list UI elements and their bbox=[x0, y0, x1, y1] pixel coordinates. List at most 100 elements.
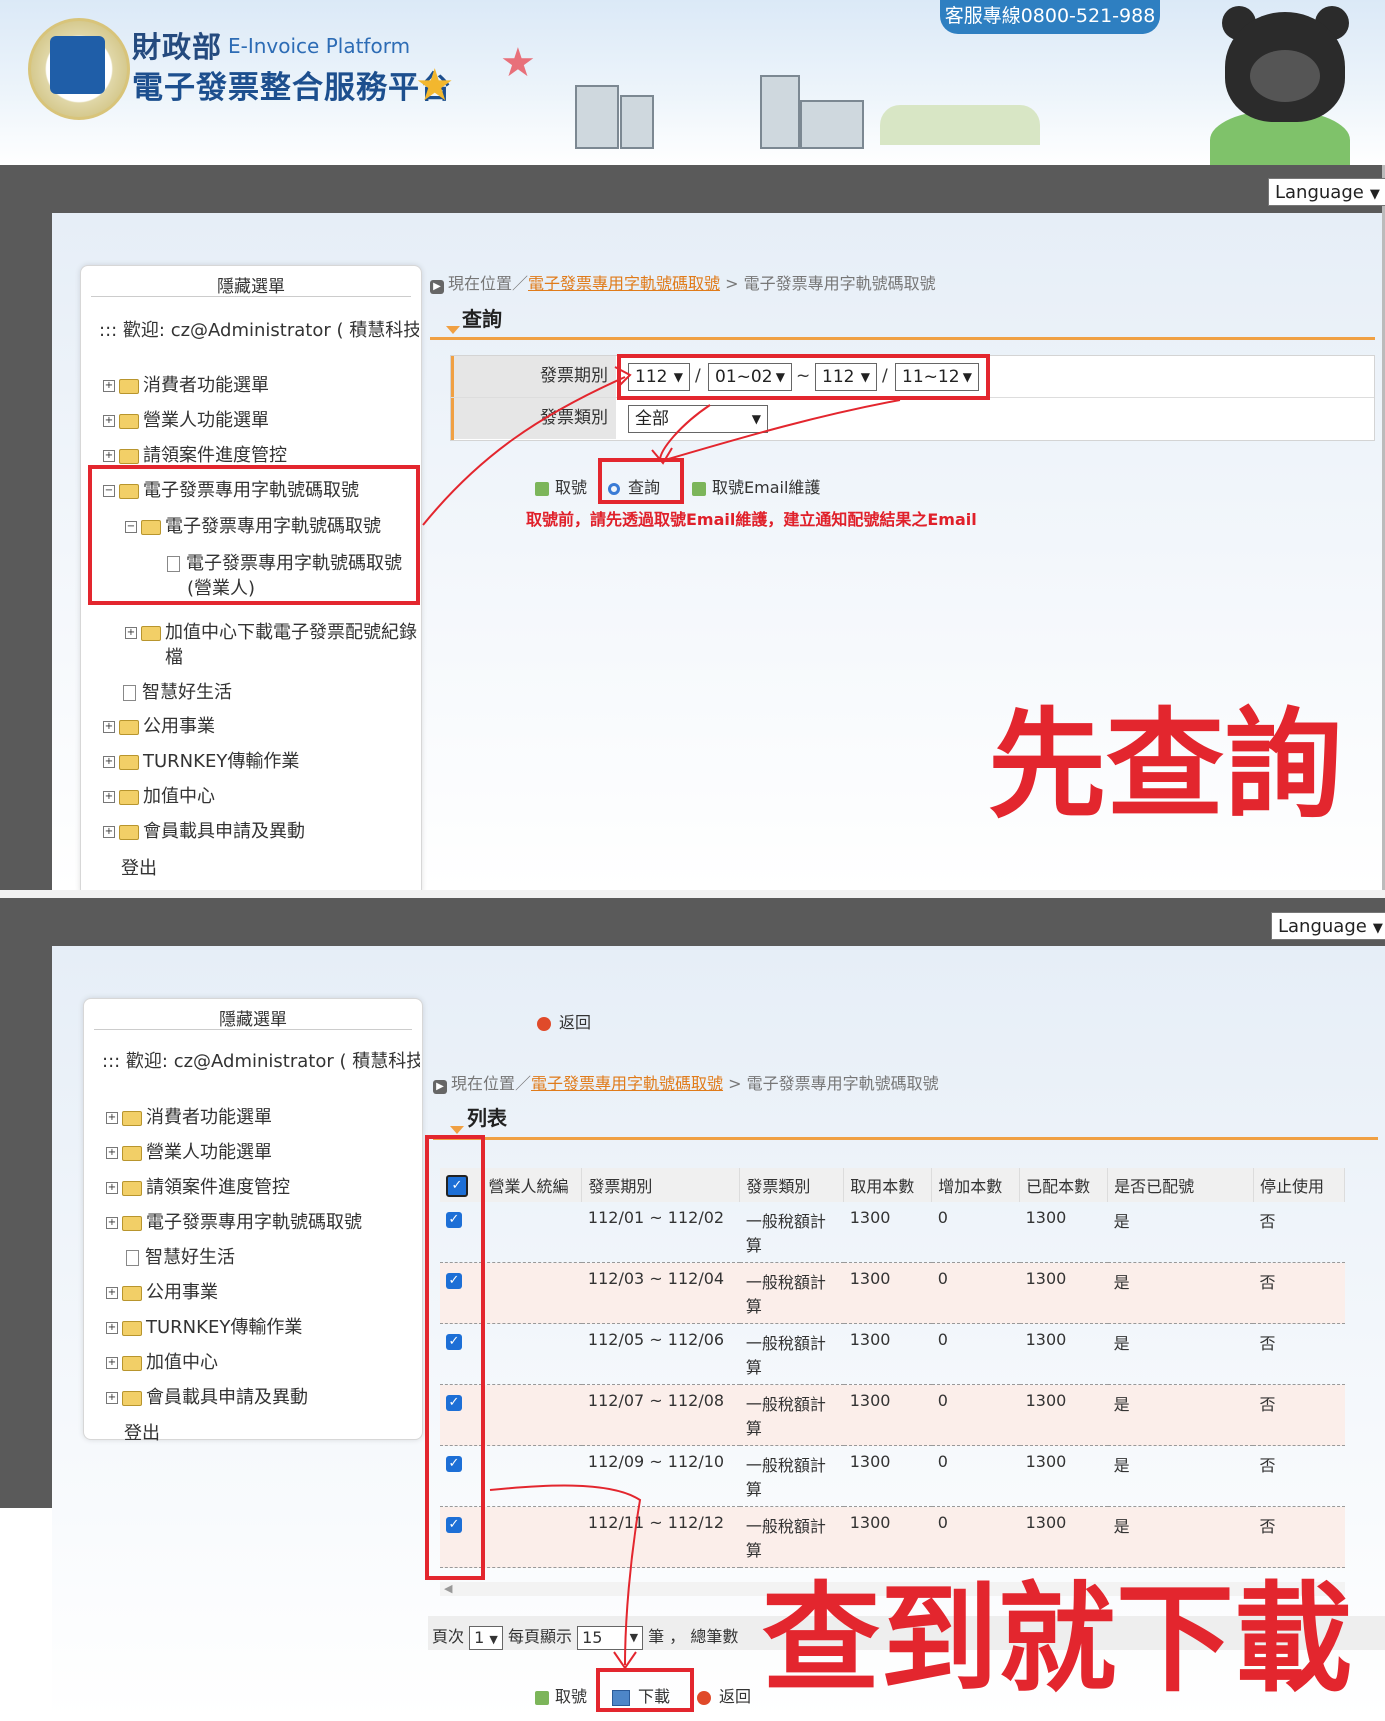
done-cell: 是 bbox=[1107, 1323, 1254, 1385]
building-illustration bbox=[620, 95, 654, 149]
breadcrumb: ▶ 現在位置／電子發票專用字軌號碼取號 > 電子發票專用字軌號碼取號 bbox=[433, 1070, 939, 1094]
period-cell: 112/01 ~ 112/02 bbox=[581, 1202, 740, 1263]
take-cell: 1300 bbox=[843, 1445, 932, 1507]
hotline-badge: 客服專線0800-521-988 bbox=[940, 0, 1160, 34]
arrow-line bbox=[489, 1484, 642, 1666]
col-header[interactable]: 取用本數 bbox=[843, 1168, 933, 1202]
ministry-logo-emblem bbox=[50, 36, 105, 94]
type-cell: 一般稅額計算 bbox=[739, 1323, 844, 1385]
menu-item-consumer[interactable]: + 消費者功能選單 bbox=[103, 371, 269, 397]
menu-item-vac-download[interactable]: + 加值中心下載電子發票配號紀錄 bbox=[125, 618, 417, 644]
table-row: ✓ 112/01 ~ 112/02 一般稅額計算 1300 0 1300 是 否 bbox=[440, 1202, 1345, 1263]
menu-item-turnkey[interactable]: + TURNKEY傳輸作業 bbox=[103, 747, 299, 773]
menu-item-utility[interactable]: + 公用事業 bbox=[106, 1278, 218, 1304]
add-cell: 0 bbox=[931, 1445, 1020, 1507]
col-header[interactable]: 停止使用 bbox=[1253, 1168, 1346, 1202]
stop-cell: 否 bbox=[1253, 1323, 1345, 1385]
welcome-text: ::: 歡迎: cz@Administrator ( 積慧科技@ bbox=[99, 320, 419, 341]
hide-menu-toggle[interactable]: 隱藏選單 bbox=[84, 1005, 422, 1030]
menu-item-business[interactable]: + 營業人功能選單 bbox=[103, 406, 269, 432]
menu-item-carrier[interactable]: + 會員載具申請及異動 bbox=[106, 1383, 308, 1409]
section-divider bbox=[433, 1137, 1378, 1140]
assigned-cell: 1300 bbox=[1019, 1262, 1108, 1324]
type-cell: 一般稅額計算 bbox=[739, 1506, 844, 1568]
section-title: 列表 bbox=[467, 1106, 507, 1130]
table-row: ✓ 112/07 ~ 112/08 一般稅額計算 1300 0 1300 是 否 bbox=[440, 1384, 1345, 1446]
language-label: Language bbox=[1278, 916, 1367, 937]
menu-item-consumer[interactable]: + 消費者功能選單 bbox=[106, 1103, 272, 1129]
col-header[interactable]: 已配本數 bbox=[1019, 1168, 1109, 1202]
stop-cell: 否 bbox=[1253, 1506, 1345, 1568]
add-cell: 0 bbox=[931, 1506, 1020, 1568]
folder-icon bbox=[122, 1145, 142, 1161]
stop-cell: 否 bbox=[1253, 1384, 1345, 1446]
expand-icon: + bbox=[106, 1287, 118, 1299]
menu-item-smart-life[interactable]: 智慧好生活 bbox=[123, 678, 232, 704]
assigned-cell: 1300 bbox=[1019, 1323, 1108, 1385]
annotation-download: 查到就下載 bbox=[762, 1570, 1353, 1708]
site-banner: 財政部 E-Invoice Platform 電子發票整合服務平台 客服專線08… bbox=[0, 0, 1385, 165]
menu-item-utility[interactable]: + 公用事業 bbox=[103, 712, 215, 738]
breadcrumb-link[interactable]: 電子發票專用字軌號碼取號 bbox=[531, 1074, 723, 1093]
back-button[interactable]: 返回 bbox=[697, 1683, 751, 1707]
expand-icon: + bbox=[106, 1357, 118, 1369]
star-icon: ★ bbox=[500, 40, 536, 86]
hide-menu-toggle[interactable]: 隱藏選單 bbox=[81, 272, 421, 297]
col-header[interactable]: 營業人統編 bbox=[481, 1168, 583, 1202]
assigned-cell: 1300 bbox=[1019, 1202, 1108, 1263]
menu-item-vac[interactable]: + 加值中心 bbox=[106, 1348, 218, 1374]
take-cell: 1300 bbox=[843, 1262, 932, 1324]
menu-item-vac-download-suffix[interactable]: 檔 bbox=[165, 643, 183, 669]
expand-icon: + bbox=[103, 826, 115, 838]
menu-item-vac[interactable]: + 加值中心 bbox=[103, 782, 215, 808]
expand-icon: + bbox=[106, 1392, 118, 1404]
menu-item-smart-life[interactable]: 智慧好生活 bbox=[126, 1243, 235, 1269]
table-row: ✓ 112/03 ~ 112/04 一般稅額計算 1300 0 1300 是 否 bbox=[440, 1262, 1345, 1324]
expand-icon: + bbox=[125, 627, 137, 639]
done-cell: 是 bbox=[1107, 1262, 1254, 1324]
col-header[interactable]: 是否已配號 bbox=[1107, 1168, 1254, 1202]
type-cell: 一般稅額計算 bbox=[739, 1262, 844, 1324]
col-header[interactable]: 增加本數 bbox=[931, 1168, 1021, 1202]
arrow-head bbox=[614, 366, 632, 388]
take-cell: 1300 bbox=[843, 1384, 932, 1446]
frame-left-bar bbox=[0, 165, 52, 890]
document-icon bbox=[126, 1250, 139, 1266]
breadcrumb-link[interactable]: 電子發票專用字軌號碼取號 bbox=[528, 274, 720, 293]
col-header[interactable]: 發票期別 bbox=[581, 1168, 741, 1202]
back-link-top[interactable]: 返回 bbox=[537, 1009, 591, 1033]
type-cell: 一般稅額計算 bbox=[739, 1202, 844, 1263]
side-menu: 隱藏選單 ::: 歡迎: cz@Administrator ( 積慧科技@ + 消… bbox=[83, 998, 423, 1444]
highlight-box-menu bbox=[88, 465, 420, 605]
expand-icon: + bbox=[106, 1182, 118, 1194]
take-number-button[interactable]: 取號 bbox=[535, 1683, 587, 1707]
type-cell: 一般稅額計算 bbox=[739, 1445, 844, 1507]
highlight-box-checkboxes bbox=[425, 1135, 485, 1580]
language-select[interactable]: Language ▼ bbox=[1268, 178, 1385, 206]
back-icon bbox=[537, 1016, 551, 1031]
folder-icon bbox=[122, 1355, 142, 1371]
menu-item-logout[interactable]: 登出 bbox=[124, 1419, 160, 1445]
expand-icon: + bbox=[103, 756, 115, 768]
language-select[interactable]: Language ▼ bbox=[1271, 912, 1385, 940]
menu-item-turnkey[interactable]: + TURNKEY傳輸作業 bbox=[106, 1313, 302, 1339]
done-cell: 是 bbox=[1107, 1202, 1254, 1263]
period-cell: 112/03 ~ 112/04 bbox=[581, 1262, 740, 1324]
arrow-line bbox=[664, 399, 901, 461]
menu-item-business[interactable]: + 營業人功能選單 bbox=[106, 1138, 272, 1164]
take-cell: 1300 bbox=[843, 1506, 932, 1568]
tab-pointer bbox=[446, 326, 460, 334]
expand-icon: + bbox=[106, 1112, 118, 1124]
language-label: Language bbox=[1275, 182, 1364, 203]
done-cell: 是 bbox=[1107, 1384, 1254, 1446]
menu-item-track-number[interactable]: + 電子發票專用字軌號碼取號 bbox=[106, 1208, 362, 1234]
menu-item-case-progress[interactable]: + 請領案件進度管控 bbox=[103, 441, 287, 467]
folder-icon bbox=[119, 413, 139, 429]
col-header[interactable]: 發票類別 bbox=[739, 1168, 845, 1202]
menu-item-case-progress[interactable]: + 請領案件進度管控 bbox=[106, 1173, 290, 1199]
arrow-line bbox=[659, 404, 711, 461]
menu-item-carrier[interactable]: + 會員載具申請及異動 bbox=[103, 817, 305, 843]
assigned-cell: 1300 bbox=[1019, 1384, 1108, 1446]
menu-item-logout[interactable]: 登出 bbox=[121, 854, 157, 880]
folder-icon bbox=[119, 754, 139, 770]
